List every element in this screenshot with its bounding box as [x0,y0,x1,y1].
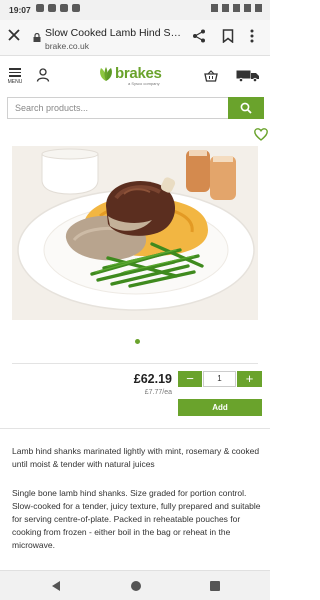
quantity-increase-button[interactable]: + [237,371,262,387]
search-input[interactable] [8,98,228,118]
notification-icon [60,4,68,12]
product-image[interactable] [12,146,258,320]
divider [12,363,258,364]
favourite-heart-icon[interactable] [254,128,268,141]
product-description-detail: Single bone lamb hind shanks. Size grade… [12,488,261,550]
brakes-logo-mark-icon [100,67,112,81]
logo-tagline: a Sysco company [128,81,160,86]
quantity-input[interactable]: 1 [203,371,236,387]
signal-icon [244,4,251,12]
product-price: £62.19 [133,372,172,386]
notification-icon [48,4,56,12]
page-title: Slow Cooked Lamb Hind Sha... [45,27,185,39]
wifi-icon [233,4,240,12]
home-icon[interactable] [131,581,141,591]
battery-icon [255,4,262,12]
product-description-summary: Lamb hind shanks marinated lightly with … [12,446,260,469]
recents-icon[interactable] [210,581,220,591]
more-vert-icon[interactable] [250,29,260,45]
menu-icon [6,68,24,77]
carousel-dot[interactable] [135,339,140,344]
search-box [7,97,228,119]
menu-button[interactable]: MENU [6,68,24,86]
bookmark-icon[interactable] [222,29,236,45]
vibrate-icon [222,4,229,12]
notification-icon [36,4,44,12]
search-button[interactable] [228,97,264,119]
divider [0,428,270,429]
site-header: MENU brakes a Sysco company [0,56,270,92]
page-url: brake.co.uk [45,41,89,51]
brakes-logo[interactable]: brakes a Sysco company [98,65,172,87]
delivery-truck-icon[interactable] [236,69,260,83]
basket-icon[interactable] [204,69,218,82]
notification-icons [36,4,80,12]
status-time: 19:07 [9,5,31,15]
status-bar: 19:07 [0,0,270,20]
add-to-basket-button[interactable]: Add [178,399,262,416]
logo-wordmark: brakes [115,65,162,82]
share-icon[interactable] [192,29,208,45]
menu-label: MENU [7,78,23,85]
quantity-decrease-button[interactable]: − [178,371,202,387]
browser-toolbar: Slow Cooked Lamb Hind Sha... brake.co.uk [0,20,270,56]
back-icon[interactable] [52,581,60,591]
close-icon[interactable] [8,29,22,45]
search-icon [240,102,252,114]
bluetooth-icon [211,4,218,12]
system-icons [211,4,262,12]
system-navigation-bar [0,570,270,600]
lock-icon [33,29,41,42]
notification-icon [72,4,80,12]
unit-price: £7.77/ea [144,389,172,396]
account-icon[interactable] [36,68,50,82]
